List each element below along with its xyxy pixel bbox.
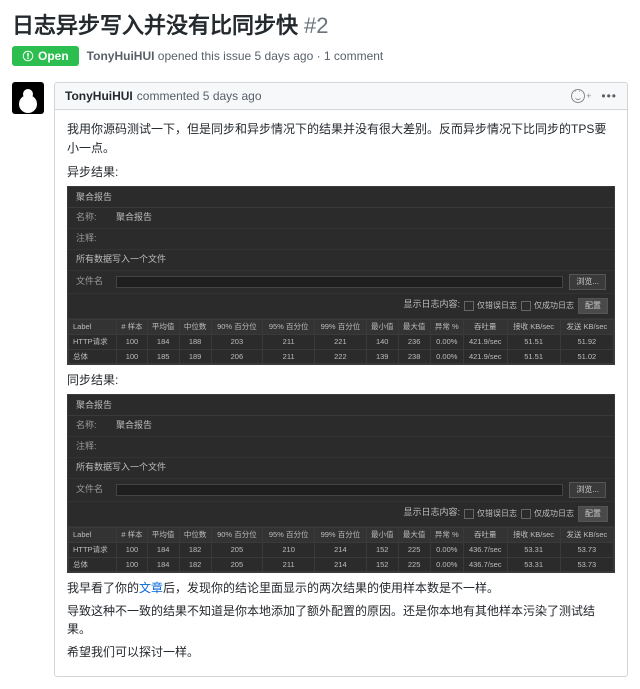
issue-state-badge: Open — [12, 46, 79, 66]
async-report: 聚合报告 名称:聚合报告 注释: 所有数据写入一个文件 文件名浏览... 显示日… — [67, 186, 615, 365]
table-row: HTTP请求1001841882032112211402360.00%421.9… — [69, 334, 614, 349]
issue-number: #2 — [304, 13, 328, 39]
browse-button[interactable]: 浏览... — [569, 482, 606, 498]
comment-body: 我用你源码测试一下，但是同步和异步情况下的结果并没有很大差别。反而异步情况下比同… — [55, 110, 627, 676]
errors-only-checkbox[interactable]: 仅错误日志 — [464, 506, 517, 522]
table-row: HTTP请求1001841822052102141522250.00%436.7… — [69, 542, 614, 557]
show-log-label: 显示日志内容: — [403, 298, 460, 314]
issue-opened-meta: opened this issue 5 days ago · 1 comment — [158, 49, 383, 63]
table-row: 总体1001841822052112141522250.00%436.7/sec… — [69, 557, 614, 572]
filename-input[interactable] — [116, 484, 563, 496]
comment-author[interactable]: TonyHuiHUI — [65, 89, 133, 103]
success-only-checkbox[interactable]: 仅成功日志 — [521, 298, 574, 314]
comment-meta: commented 5 days ago — [137, 89, 262, 103]
config-button[interactable]: 配置 — [578, 506, 608, 522]
article-link[interactable]: 文章 — [139, 581, 163, 595]
filename-input[interactable] — [116, 276, 563, 288]
comment-container: TonyHuiHUI commented 5 days ago + ••• 我用… — [54, 82, 628, 677]
sync-result-table: Label# 样本平均值中位数90% 百分位95% 百分位99% 百分位最小值最… — [68, 527, 614, 572]
avatar[interactable] — [12, 82, 44, 114]
async-result-label: 异步结果: — [67, 163, 615, 182]
sync-result-label: 同步结果: — [67, 371, 615, 390]
comment-menu-button[interactable]: ••• — [601, 89, 617, 103]
issue-open-icon — [22, 50, 34, 62]
success-only-checkbox[interactable]: 仅成功日志 — [521, 506, 574, 522]
issue-opener[interactable]: TonyHuiHUI — [87, 49, 155, 63]
show-log-label: 显示日志内容: — [403, 506, 460, 522]
table-row: 总体1001851892062112221392380.00%421.9/sec… — [69, 349, 614, 364]
browse-button[interactable]: 浏览... — [569, 274, 606, 290]
async-result-table: Label# 样本平均值中位数90% 百分位95% 百分位99% 百分位最小值最… — [68, 319, 614, 364]
config-button[interactable]: 配置 — [578, 298, 608, 314]
sync-report: 聚合报告 名称:聚合报告 注释: 所有数据写入一个文件 文件名浏览... 显示日… — [67, 394, 615, 573]
errors-only-checkbox[interactable]: 仅错误日志 — [464, 298, 517, 314]
issue-title: 日志异步写入并没有比同步快 — [12, 8, 298, 40]
add-reaction-button[interactable]: + — [571, 89, 591, 103]
